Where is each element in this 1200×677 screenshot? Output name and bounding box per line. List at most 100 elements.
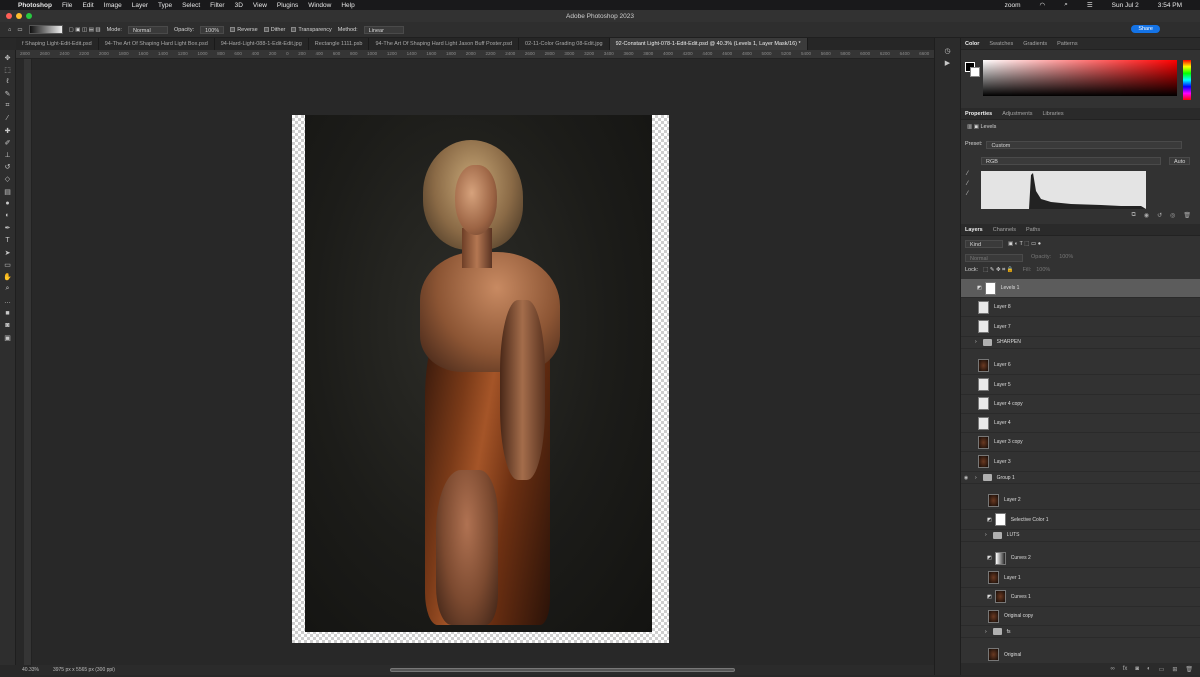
layer-thumbnail[interactable]: [978, 455, 989, 469]
hand-tool-icon[interactable]: ✋: [3, 272, 13, 281]
expand-chevron-icon[interactable]: ›: [985, 532, 987, 538]
layer-name[interactable]: LUTS: [1007, 532, 1020, 538]
expand-chevron-icon[interactable]: ›: [975, 475, 977, 481]
layer-thumbnail[interactable]: [984, 281, 996, 295]
gradient-tool-icon[interactable]: ▭: [17, 27, 22, 33]
more-tools-icon[interactable]: …: [3, 297, 13, 306]
scrollbar-thumb[interactable]: [390, 668, 735, 672]
lock-icons[interactable]: ⬚ ✎ ✥ ⌗ 🔒: [983, 267, 1013, 274]
white-point-eyedropper-icon[interactable]: ⁄: [967, 191, 968, 197]
reset-icon[interactable]: ↺: [1157, 212, 1162, 219]
layer-name[interactable]: Original: [1004, 652, 1021, 658]
color-swatch-icon[interactable]: ■: [3, 309, 13, 318]
gradient-preview[interactable]: [28, 25, 63, 34]
opacity-input[interactable]: 100%: [200, 25, 225, 34]
tab-channels[interactable]: Channels: [993, 227, 1016, 233]
auto-button[interactable]: Auto: [1169, 157, 1191, 165]
new-adjustment-icon[interactable]: ◐: [1147, 666, 1151, 672]
layer-thumbnail[interactable]: [988, 648, 999, 662]
crop-tool-icon[interactable]: ⌗: [3, 102, 13, 111]
blur-tool-icon[interactable]: ●: [3, 199, 13, 208]
link-layers-icon[interactable]: ∞: [1110, 666, 1114, 672]
layer-name[interactable]: Layer 4: [994, 420, 1011, 426]
menu-plugins[interactable]: Plugins: [277, 2, 298, 9]
layer-row[interactable]: Layer 6: [961, 356, 1200, 376]
gradient-type-icons[interactable]: ▢ ▣ ◫ ▤ ▥: [69, 27, 101, 33]
layer-row[interactable]: › fs: [961, 626, 1200, 639]
zoom-status[interactable]: zoom: [1005, 2, 1021, 9]
doc-tab[interactable]: 94-Hard-Light-088-1-Edit-Edit.jpg: [215, 38, 309, 50]
layer-name[interactable]: Layer 3 copy: [994, 439, 1023, 445]
layer-thumbnail[interactable]: [988, 609, 999, 623]
doc-tab[interactable]: 02-11-Color Grading 08-Edit.jpg: [519, 38, 610, 50]
layer-name[interactable]: Layer 8: [994, 304, 1011, 310]
layer-name[interactable]: Layer 4 copy: [994, 401, 1023, 407]
actions-panel-icon[interactable]: ▶: [943, 58, 953, 67]
layer-thumbnail[interactable]: [988, 493, 999, 507]
layer-row[interactable]: ◩ Levels 1: [961, 279, 1200, 298]
doc-tab-active[interactable]: 92-Constant Light-078-1-Edit-Edit.psd @ …: [609, 38, 808, 50]
tab-properties[interactable]: Properties: [965, 111, 992, 117]
layer-row[interactable]: ◩ Selective Color 1: [961, 511, 1200, 530]
layer-name[interactable]: Original copy: [1004, 613, 1033, 619]
layer-row[interactable]: Layer 7: [961, 318, 1200, 337]
menu-app[interactable]: Photoshop: [18, 2, 52, 9]
gradient-tool-icon[interactable]: ▤: [3, 187, 13, 196]
layer-row[interactable]: › LUTS: [961, 530, 1200, 542]
layer-opacity-value[interactable]: 100%: [1059, 254, 1073, 262]
delete-layer-icon[interactable]: 🗑: [1185, 666, 1193, 673]
reverse-checkbox[interactable]: Reverse: [230, 27, 258, 33]
tab-swatches[interactable]: Swatches: [989, 41, 1013, 47]
search-icon[interactable]: ⌕: [1064, 1, 1068, 9]
layer-thumbnail[interactable]: [978, 320, 989, 334]
clip-icon[interactable]: ⧉: [1132, 212, 1136, 219]
layer-name[interactable]: fs: [1007, 629, 1011, 635]
pen-tool-icon[interactable]: ✒: [3, 224, 13, 233]
move-tool-icon[interactable]: ✥: [3, 53, 13, 62]
layer-row[interactable]: Layer 8: [961, 298, 1200, 318]
doc-tab[interactable]: f Shaping Light-Edit-Edit.psd: [16, 38, 99, 50]
screen-mode-icon[interactable]: ▣: [3, 333, 13, 342]
layer-row[interactable]: Layer 2: [961, 491, 1200, 511]
brush-tool-icon[interactable]: ✐: [3, 138, 13, 147]
layer-row[interactable]: Layer 4: [961, 414, 1200, 434]
tab-adjustments[interactable]: Adjustments: [1002, 111, 1032, 117]
menubar-time[interactable]: 3:54 PM: [1158, 2, 1182, 9]
layer-row[interactable]: Layer 1: [961, 569, 1200, 588]
tab-layers[interactable]: Layers: [965, 227, 983, 233]
layer-row[interactable]: › SHARPEN: [961, 337, 1200, 349]
layer-name[interactable]: SHARPEN: [997, 339, 1021, 345]
layer-name[interactable]: Layer 3: [994, 459, 1011, 465]
menu-select[interactable]: Select: [182, 2, 200, 9]
zoom-tool-icon[interactable]: ⌕: [3, 285, 13, 294]
doc-tab[interactable]: Rectangle 1111.psb: [309, 38, 370, 50]
dither-checkbox[interactable]: Dither: [263, 27, 285, 33]
menu-type[interactable]: Type: [158, 2, 172, 9]
kind-filter-select[interactable]: Kind: [965, 240, 1003, 248]
preset-select[interactable]: Custom: [986, 141, 1183, 149]
layer-thumbnail[interactable]: [978, 300, 989, 314]
healing-brush-tool-icon[interactable]: ✚: [3, 126, 13, 135]
add-mask-icon[interactable]: ◙: [1135, 666, 1139, 672]
layer-name[interactable]: Layer 6: [994, 362, 1011, 368]
history-brush-tool-icon[interactable]: ↺: [3, 163, 13, 172]
trash-icon[interactable]: 🗑: [1183, 212, 1191, 219]
layer-name[interactable]: Curves 1: [1011, 594, 1031, 600]
dodge-tool-icon[interactable]: ◐: [3, 211, 13, 220]
document-size[interactable]: 3975 px x 5565 px (300 ppi): [53, 667, 115, 673]
layer-name[interactable]: Layer 1: [1004, 575, 1021, 581]
horizontal-scrollbar[interactable]: [32, 665, 934, 675]
menubar-date[interactable]: Sun Jul 2: [1112, 2, 1139, 9]
zoom-window-button[interactable]: [26, 13, 32, 19]
layer-name[interactable]: Layer 5: [994, 382, 1011, 388]
layer-row[interactable]: ◉ › Group 1: [961, 472, 1200, 484]
menu-view[interactable]: View: [253, 2, 267, 9]
layer-row[interactable]: Layer 3 copy: [961, 433, 1200, 453]
expand-chevron-icon[interactable]: ›: [985, 629, 987, 635]
eraser-tool-icon[interactable]: ◇: [3, 175, 13, 184]
lasso-tool-icon[interactable]: ℓ: [3, 77, 13, 86]
quick-mask-icon[interactable]: ◙: [3, 321, 13, 330]
fill-value[interactable]: 100%: [1036, 267, 1050, 274]
menu-filter[interactable]: Filter: [210, 2, 224, 9]
eye-icon[interactable]: ◉: [961, 475, 971, 481]
